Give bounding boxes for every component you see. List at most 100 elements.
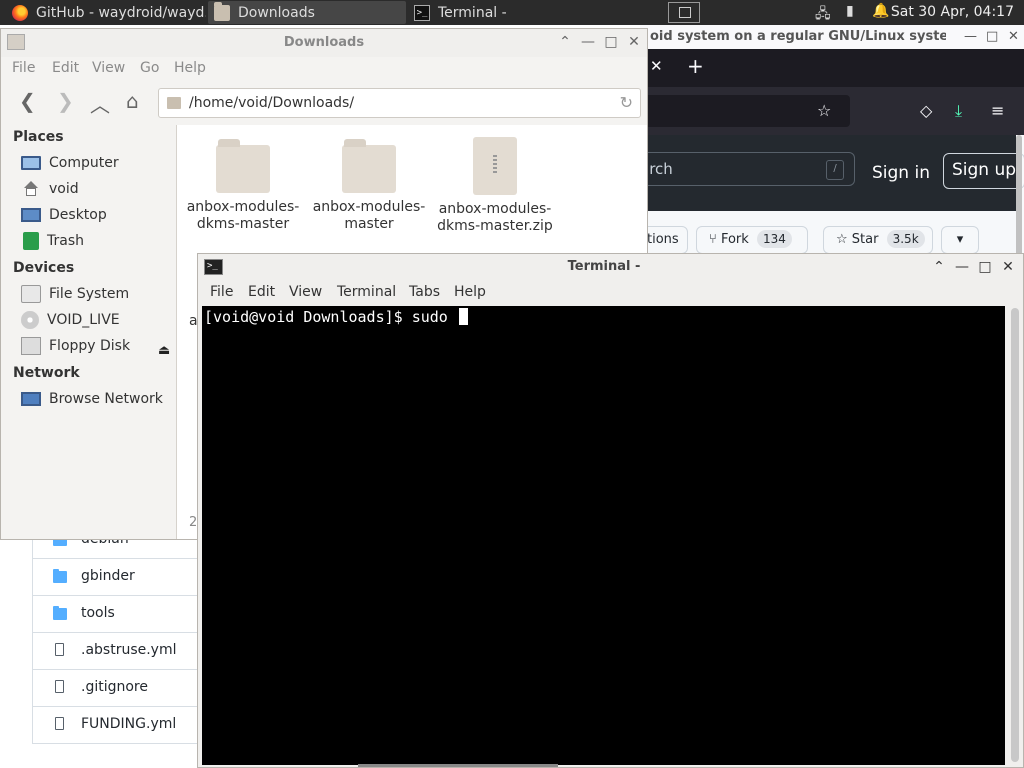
file-item-label: anbox-modules-dkms-master.zip: [437, 201, 553, 234]
fork-button[interactable]: ⑂ Fork 134: [696, 226, 808, 254]
sign-in-link[interactable]: Sign in: [872, 163, 930, 183]
eject-icon[interactable]: ⏏: [158, 343, 170, 358]
sidebar-item-label: File System: [49, 286, 130, 302]
github-header: arch / Sign in Sign up: [640, 135, 1024, 211]
file-item[interactable]: anbox-modules-dkms-master: [182, 137, 304, 233]
folder-icon: [53, 606, 67, 620]
close-icon[interactable]: ✕: [1001, 259, 1015, 275]
home-icon: [21, 180, 41, 198]
sidebar-item-floppy[interactable]: Floppy Disk: [21, 335, 130, 357]
sidebar-item-filesystem[interactable]: File System: [21, 283, 129, 305]
notification-bell-icon[interactable]: 🔔: [872, 3, 889, 22]
new-tab-icon[interactable]: +: [687, 54, 704, 78]
tab-close-icon[interactable]: ✕: [650, 57, 663, 75]
sidebar-item-void-live[interactable]: VOID_LIVE: [21, 309, 120, 331]
file-name: FUNDING.yml: [81, 716, 177, 732]
maximize-icon[interactable]: □: [978, 259, 992, 275]
search-shortcut-key: /: [826, 160, 844, 180]
home-icon[interactable]: ⌂: [126, 89, 139, 113]
menu-go[interactable]: Go: [140, 60, 159, 76]
sidebar-item-browse-network[interactable]: Browse Network: [21, 388, 163, 410]
menu-view[interactable]: View: [289, 284, 322, 300]
window-titlebar[interactable]: >_ Terminal - ⌃ — □ ✕: [198, 254, 1023, 280]
file-item[interactable]: anbox-modules-master: [308, 137, 430, 233]
sidebar-item-label: void: [49, 181, 79, 197]
terminal-scrollbar[interactable]: [1011, 308, 1019, 762]
shade-icon[interactable]: ⌃: [932, 259, 946, 275]
maximize-icon[interactable]: □: [986, 29, 998, 44]
file-icon: [55, 643, 64, 656]
folder-icon: [214, 1, 230, 21]
floppy-disk-icon: [21, 337, 41, 355]
sidebar-item-label: Computer: [49, 155, 119, 171]
folder-icon: [216, 139, 270, 193]
close-icon[interactable]: ✕: [627, 34, 641, 50]
file-row[interactable]: tools: [32, 596, 198, 633]
star-label: Star: [851, 232, 879, 247]
forward-arrow-icon[interactable]: ❯: [57, 89, 74, 113]
github-search-input[interactable]: arch /: [640, 152, 855, 186]
places-heading: Places: [13, 129, 64, 145]
menu-file[interactable]: File: [12, 60, 35, 76]
sidebar-item-void[interactable]: void: [21, 178, 79, 200]
devices-heading: Devices: [13, 260, 75, 276]
menubar: File Edit View Terminal Tabs Help: [198, 281, 1023, 305]
taskbar-item-terminal[interactable]: >_ Terminal -: [408, 1, 606, 24]
menu-edit[interactable]: Edit: [248, 284, 275, 300]
file-row[interactable]: FUNDING.yml: [32, 707, 198, 744]
star-dropdown-button[interactable]: ▾: [941, 226, 979, 254]
fork-label: Fork: [720, 232, 749, 247]
file-row[interactable]: gbinder: [32, 559, 198, 596]
minimize-icon[interactable]: —: [964, 29, 977, 44]
taskbar-label: Terminal -: [438, 4, 507, 21]
file-row[interactable]: .gitignore: [32, 670, 198, 707]
download-icon[interactable]: ⤓: [955, 101, 962, 121]
close-icon[interactable]: ✕: [1008, 29, 1019, 44]
file-item[interactable]: anbox-modules-dkms-master.zip: [434, 137, 556, 235]
menu-tabs[interactable]: Tabs: [409, 284, 440, 300]
taskbar-item-downloads[interactable]: Downloads: [208, 1, 406, 24]
location-bar[interactable]: /home/void/Downloads/ ↻: [158, 88, 641, 118]
clock[interactable]: Sat 30 Apr, 04:17: [891, 4, 1014, 20]
menu-terminal[interactable]: Terminal: [337, 284, 396, 300]
network-icon: [21, 392, 41, 406]
terminal-window: >_ Terminal - ⌃ — □ ✕ File Edit View Ter…: [197, 253, 1024, 768]
reload-icon[interactable]: ↻: [620, 93, 633, 112]
menu-edit[interactable]: Edit: [52, 60, 79, 76]
taskbar-item-browser[interactable]: GitHub - waydroid/wayd...: [6, 1, 206, 24]
resize-grip[interactable]: [358, 764, 558, 767]
toolbar: ❮ ❯ ︿ ⌂ /home/void/Downloads/ ↻: [1, 83, 647, 123]
sign-up-button[interactable]: Sign up: [943, 153, 1024, 189]
window-titlebar[interactable]: Downloads ⌃ — □ ✕: [1, 29, 647, 57]
fork-icon: ⑂: [709, 232, 717, 247]
battery-icon[interactable]: ▮: [846, 3, 854, 22]
shade-icon[interactable]: ⌃: [558, 34, 572, 50]
menu-help[interactable]: Help: [174, 60, 206, 76]
minimize-icon[interactable]: —: [581, 34, 595, 50]
browser-tab-strip: ✕ +: [640, 49, 1024, 87]
taskbar-label: Downloads: [238, 4, 315, 21]
bookmark-star-icon[interactable]: ☆: [817, 101, 831, 120]
star-button[interactable]: ☆ Star 3.5k: [823, 226, 933, 254]
hard-disk-icon: [21, 285, 41, 303]
workspace-switcher[interactable]: [668, 2, 700, 23]
menu-hamburger-icon[interactable]: ≡: [991, 101, 1004, 120]
up-arrow-icon[interactable]: ︿: [90, 89, 110, 118]
terminal-screen[interactable]: [void@void Downloads]$ sudo: [202, 306, 1005, 765]
menu-file[interactable]: File: [210, 284, 233, 300]
repo-file-list: debian gbinder tools .abstruse.yml .giti…: [0, 522, 198, 768]
network-tray-icon[interactable]: 🖧: [815, 3, 831, 22]
menu-help[interactable]: Help: [454, 284, 486, 300]
sidebar-item-trash[interactable]: Trash: [21, 230, 84, 252]
sidebar-item-desktop[interactable]: Desktop: [21, 204, 107, 226]
folder-icon: [342, 139, 396, 193]
fork-count: 134: [756, 230, 792, 248]
back-arrow-icon[interactable]: ❮: [19, 89, 36, 113]
file-row[interactable]: .abstruse.yml: [32, 633, 198, 670]
minimize-icon[interactable]: —: [955, 259, 969, 275]
maximize-icon[interactable]: □: [604, 34, 618, 50]
sidebar-item-label: Desktop: [49, 207, 107, 223]
menu-view[interactable]: View: [92, 60, 125, 76]
pocket-icon[interactable]: ◇: [920, 101, 932, 120]
sidebar-item-computer[interactable]: Computer: [21, 152, 119, 174]
